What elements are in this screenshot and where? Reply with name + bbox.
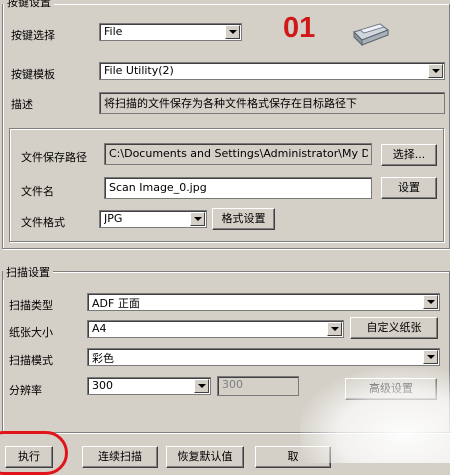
key-select-label: 按键选择 [11,29,55,42]
scan-type-combo[interactable]: ADF 正面 [87,293,440,311]
custom-paper-button[interactable]: 自定义纸张 [350,317,438,339]
file-name-settings-button[interactable]: 设置 [381,177,437,199]
chevron-down-icon[interactable] [327,322,342,336]
template-value: File Utility(2) [104,64,174,77]
save-path-label: 文件保存路径 [21,151,87,164]
chevron-down-icon[interactable] [423,350,438,364]
highlight-circle [0,431,68,475]
key-select-combo[interactable]: File [99,23,242,41]
description-field: 将扫描的文件保存为各种文件格式保存在目标路径下 [99,92,445,114]
file-name-label: 文件名 [21,185,54,198]
advanced-settings-button[interactable]: 高级设置 [345,378,437,400]
scan-mode-label: 扫描模式 [9,354,53,367]
scan-mode-value: 彩色 [92,352,114,365]
chevron-down-icon[interactable] [428,64,443,78]
cancel-button[interactable]: 取 [255,446,331,468]
scan-type-label: 扫描类型 [9,299,53,312]
restore-defaults-button[interactable]: 恢复默认值 [166,446,244,468]
save-path-value: C:\Documents and Settings\Administrator\… [109,147,368,160]
scan-mode-combo[interactable]: 彩色 [87,348,440,366]
scan-type-value: ADF 正面 [92,297,140,310]
description-value: 将扫描的文件保存为各种文件格式保存在目标路径下 [104,97,357,110]
chevron-down-icon[interactable] [225,25,240,39]
resolution-secondary-value: 300 [222,378,243,391]
description-label: 描述 [11,98,33,111]
button-number-badge: 01 [283,12,316,44]
scan-settings-group-title: 扫描设置 [3,264,53,280]
chevron-down-icon[interactable] [190,212,205,226]
template-combo[interactable]: File Utility(2) [99,62,445,80]
resolution-secondary-field: 300 [217,376,299,396]
key-select-value: File [104,25,123,38]
file-name-field[interactable]: Scan Image_0.jpg [104,177,372,199]
template-label: 按键模板 [11,68,55,81]
paper-size-value: A4 [92,322,107,335]
key-settings-group-title: 按键设置 [4,0,54,10]
save-path-field[interactable]: C:\Documents and Settings\Administrator\… [104,143,372,165]
paper-size-combo[interactable]: A4 [87,320,344,338]
file-format-label: 文件格式 [21,216,65,229]
scanner-icon [350,18,390,51]
continuous-scan-button[interactable]: 连续扫描 [82,446,158,468]
chevron-down-icon[interactable] [194,379,209,393]
format-settings-button[interactable]: 格式设置 [212,208,275,230]
file-name-value: Scan Image_0.jpg [109,181,207,194]
file-format-value: JPG [104,212,123,225]
chevron-down-icon[interactable] [423,295,438,309]
file-format-combo[interactable]: JPG [99,210,207,228]
browse-button[interactable]: 选择... [381,144,437,166]
resolution-combo[interactable]: 300 [87,377,211,395]
resolution-value: 300 [92,379,113,392]
paper-size-label: 纸张大小 [9,326,53,339]
resolution-label: 分辨率 [9,384,42,397]
